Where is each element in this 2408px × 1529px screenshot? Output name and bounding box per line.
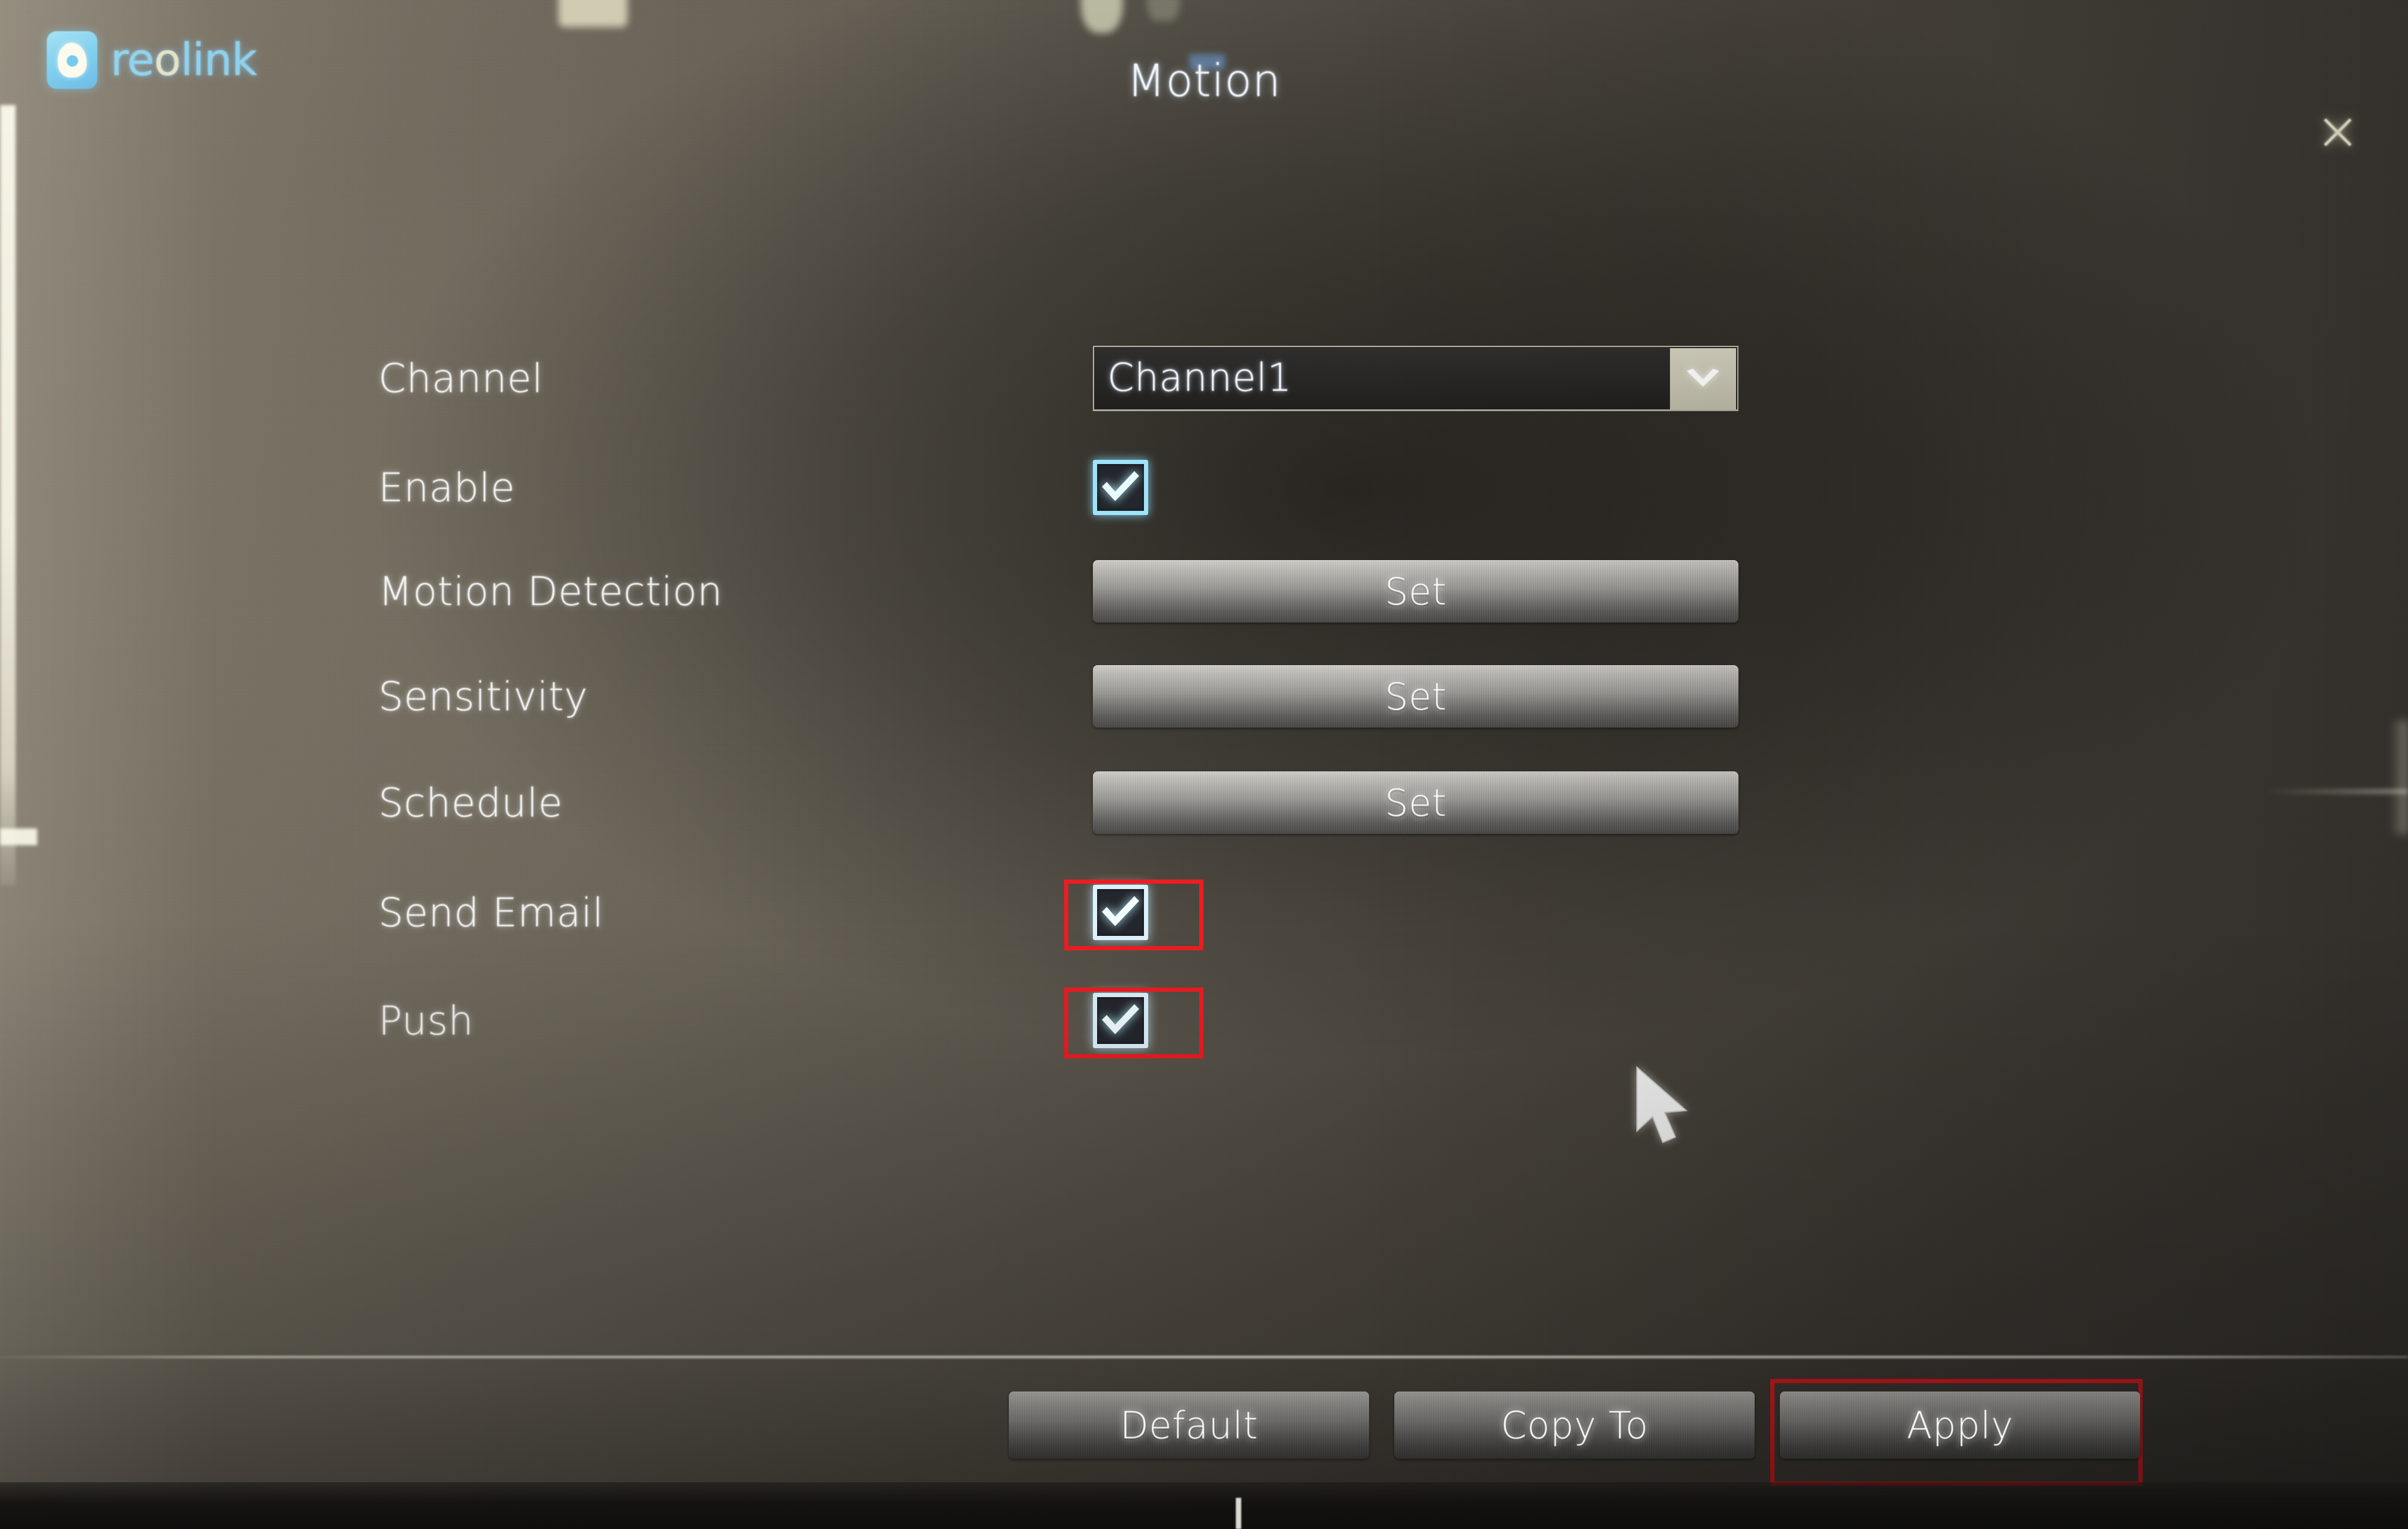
page-title: Motion: [1127, 55, 1281, 107]
label-enable: Enable: [378, 464, 515, 511]
form-row-motion-detection: Motion Detection Set: [378, 558, 1916, 624]
footer-divider: [0, 1356, 2408, 1359]
logo-eye-shape: [56, 41, 88, 79]
send-email-checkbox[interactable]: [1093, 885, 1148, 940]
apply-button[interactable]: Apply: [1780, 1392, 2140, 1459]
label-send-email: Send Email: [378, 889, 604, 936]
copy-to-button[interactable]: Copy To: [1394, 1392, 1755, 1459]
channel-select-value: Channel1: [1107, 356, 1292, 400]
control-push: [1093, 993, 1916, 1048]
push-checkbox[interactable]: [1093, 993, 1148, 1048]
label-schedule: Schedule: [378, 779, 563, 826]
form-row-enable: Enable: [378, 454, 1916, 520]
form-row-send-email: Send Email: [378, 879, 1916, 945]
default-button[interactable]: Default: [1009, 1392, 1369, 1459]
brand-word-accent: o: [154, 34, 181, 86]
control-sensitivity: Set: [1093, 665, 1916, 728]
default-button-label: Default: [1119, 1403, 1259, 1447]
form-row-sensitivity: Sensitivity Set: [378, 663, 1916, 729]
label-channel: Channel: [378, 355, 543, 402]
label-push: Push: [378, 997, 474, 1044]
brand-word-part1: re: [110, 34, 154, 86]
motion-detection-set-label: Set: [1384, 569, 1447, 614]
label-motion-detection: Motion Detection: [378, 568, 723, 615]
logo-pupil-shape: [65, 55, 79, 67]
brand-word-part2: link: [180, 34, 258, 86]
channel-select[interactable]: Channel1: [1093, 346, 1738, 411]
control-enable: [1093, 460, 1916, 515]
motion-detection-set-button[interactable]: Set: [1093, 560, 1738, 623]
control-channel: Channel1: [1093, 346, 1916, 411]
tv-photo-screen: reolink Motion × Channel Channel1 Enable…: [0, 0, 2408, 1529]
reolink-brand: reolink: [47, 31, 257, 89]
control-motion-detection: Set: [1093, 560, 1916, 623]
schedule-set-label: Set: [1384, 780, 1447, 825]
copy-to-button-label: Copy To: [1501, 1403, 1648, 1447]
control-send-email: [1093, 885, 1916, 940]
enable-checkbox[interactable]: [1093, 460, 1148, 515]
sensitivity-set-button[interactable]: Set: [1093, 665, 1738, 728]
form-row-channel: Channel Channel1: [378, 345, 1916, 411]
apply-button-label: Apply: [1907, 1403, 2013, 1447]
form-row-schedule: Schedule Set: [378, 770, 1916, 836]
motion-settings-dialog: reolink Motion × Channel Channel1 Enable…: [0, 0, 2408, 1529]
sensitivity-set-label: Set: [1384, 674, 1447, 719]
form-row-push: Push: [378, 988, 1916, 1054]
label-sensitivity: Sensitivity: [378, 673, 588, 720]
close-icon[interactable]: ×: [2309, 102, 2367, 160]
mouse-pointer-icon: [1629, 1064, 1701, 1154]
brand-wordmark: reolink: [110, 38, 257, 82]
reolink-logo-icon: [47, 31, 97, 89]
schedule-set-button[interactable]: Set: [1093, 771, 1738, 834]
chevron-down-icon[interactable]: [1670, 348, 1736, 409]
footer-button-bar: Default Copy To Apply: [1009, 1392, 2140, 1459]
control-schedule: Set: [1093, 771, 1916, 834]
